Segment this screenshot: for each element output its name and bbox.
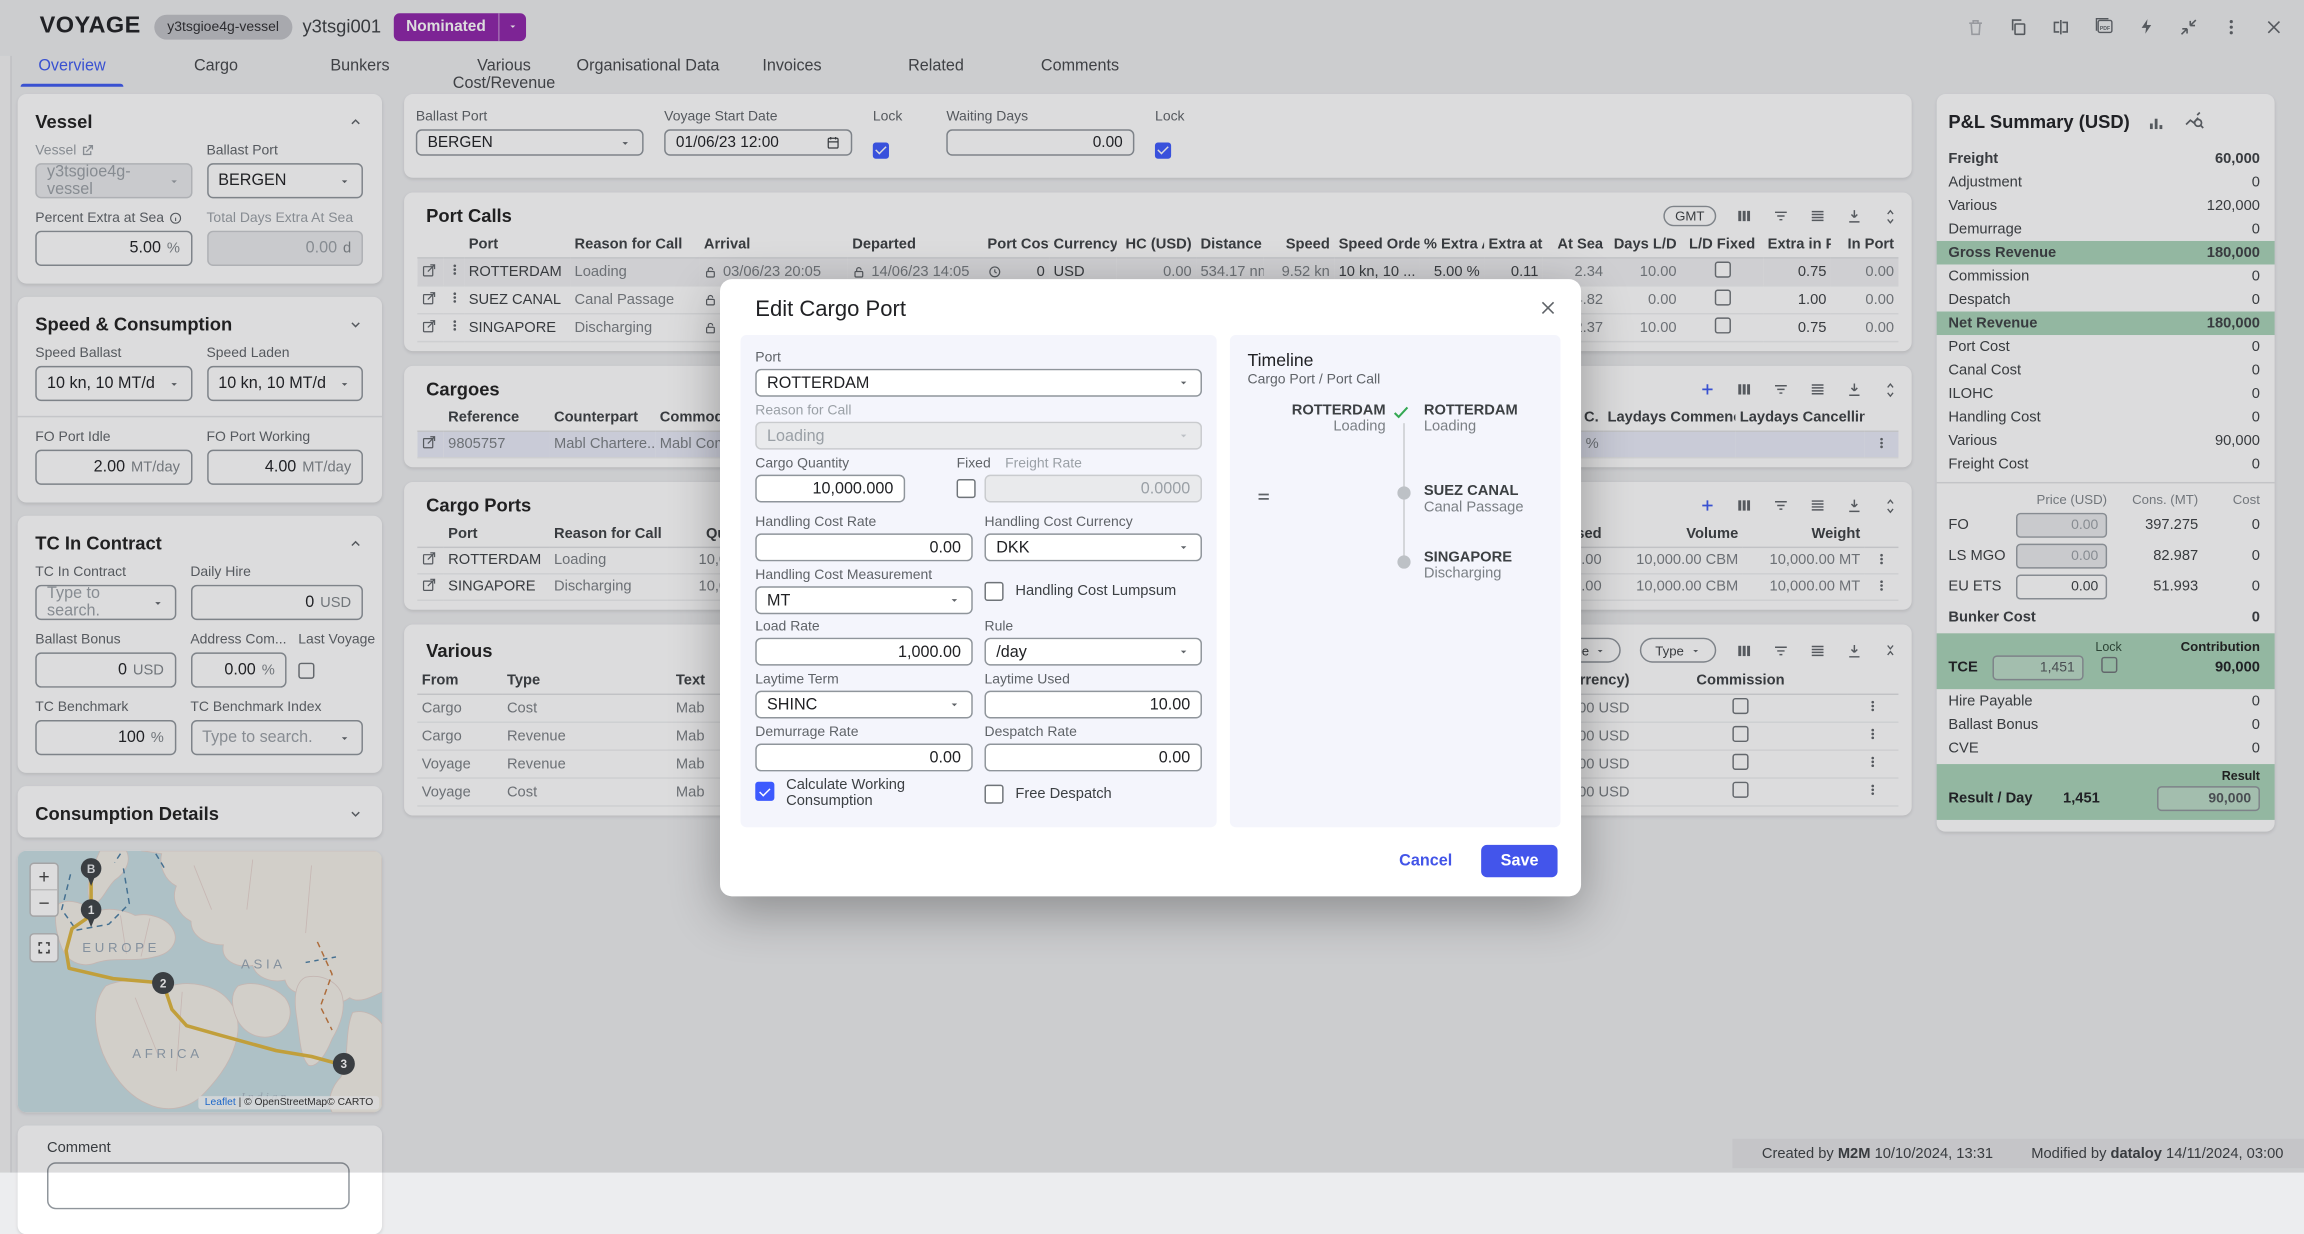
load-rate-label: Load Rate (755, 619, 819, 635)
laytime-term-label: Laytime Term (755, 672, 839, 688)
fixed-checkbox[interactable] (957, 479, 976, 498)
check-icon (1392, 403, 1411, 422)
dialog-title: Edit Cargo Port (755, 297, 906, 322)
freight-rate-label: Freight Rate (1005, 456, 1082, 472)
freight-rate-input: 0.0000 (984, 475, 1201, 503)
timeline-title: Timeline (1230, 335, 1561, 372)
timeline-dot (1397, 486, 1410, 499)
handling-cost-lumpsum-field: Handling Cost Lumpsum (984, 582, 1176, 601)
save-button[interactable]: Save (1482, 845, 1558, 877)
timeline-subtitle: Cargo Port / Port Call (1230, 372, 1561, 403)
chevron-down-icon (948, 698, 961, 711)
despatch-rate-input[interactable]: 0.00 (984, 744, 1201, 772)
demurrage-rate-input[interactable]: 0.00 (755, 744, 972, 772)
close-icon[interactable] (1538, 298, 1557, 317)
cargo-quantity-input[interactable]: 10,000.000 (755, 475, 905, 503)
load-rate-input[interactable]: 1,000.00 (755, 638, 972, 666)
handling-cost-measurement-select[interactable]: MT (755, 586, 972, 614)
edit-cargo-port-dialog: Edit Cargo Port Port ROTTERDAM Reason fo… (720, 279, 1581, 896)
free-despatch-checkbox[interactable] (984, 785, 1003, 804)
free-despatch-field: Free Despatch (984, 785, 1111, 804)
timeline-item[interactable]: SINGAPORE Discharging (1424, 550, 1524, 582)
cancel-button[interactable]: Cancel (1399, 852, 1452, 870)
timeline-item[interactable]: SUEZ CANAL Canal Passage (1424, 483, 1524, 515)
handling-cost-rate-input[interactable]: 0.00 (755, 533, 972, 561)
chevron-down-icon (1177, 376, 1190, 389)
reason-for-call-select: Loading (755, 422, 1202, 450)
drag-handle-icon[interactable] (1248, 403, 1280, 582)
handling-cost-lumpsum-label: Handling Cost Lumpsum (1015, 583, 1176, 599)
port-label: Port (755, 350, 781, 366)
demurrage-rate-label: Demurrage Rate (755, 724, 858, 740)
laytime-used-label: Laytime Used (984, 672, 1069, 688)
timeline-axis (1386, 403, 1424, 582)
chevron-down-icon (948, 594, 961, 607)
cargo-port-form: Port ROTTERDAM Reason for Call Loading C… (741, 335, 1217, 827)
timeline-dot (1397, 555, 1410, 568)
handling-cost-lumpsum-checkbox[interactable] (984, 582, 1003, 601)
laytime-used-input[interactable]: 10.00 (984, 691, 1201, 719)
handling-cost-rate-label: Handling Cost Rate (755, 514, 876, 530)
handling-cost-measurement-label: Handling Cost Measurement (755, 567, 932, 583)
port-select[interactable]: ROTTERDAM (755, 369, 1202, 397)
cargo-quantity-label: Cargo Quantity (755, 456, 849, 472)
handling-cost-currency-label: Handling Cost Currency (984, 514, 1132, 530)
chevron-down-icon (1177, 645, 1190, 658)
timeline-item[interactable]: ROTTERDAM Loading (1424, 403, 1524, 435)
laytime-term-select[interactable]: SHINC (755, 691, 972, 719)
free-despatch-label: Free Despatch (1015, 786, 1111, 802)
rule-label: Rule (984, 619, 1013, 635)
despatch-rate-label: Despatch Rate (984, 724, 1076, 740)
chevron-down-icon (1177, 541, 1190, 554)
rule-select[interactable]: /day (984, 638, 1201, 666)
reason-for-call-label: Reason for Call (755, 403, 851, 419)
handling-cost-currency-select[interactable]: DKK (984, 533, 1201, 561)
calc-working-consumption-field: Calculate Working Consumption (755, 777, 946, 809)
calc-working-consumption-checkbox[interactable] (755, 782, 774, 801)
voyage-app: VOYAGE y3tsgioe4g-vessel y3tsgi001 Nomin… (0, 0, 2304, 1173)
chevron-down-icon (1177, 429, 1190, 442)
calc-working-consumption-label: Calculate Working Consumption (786, 777, 946, 809)
timeline-panel: Timeline Cargo Port / Port Call ROTTERDA… (1230, 335, 1561, 827)
timeline-cargo-port[interactable]: ROTTERDAM Loading (1280, 403, 1386, 582)
